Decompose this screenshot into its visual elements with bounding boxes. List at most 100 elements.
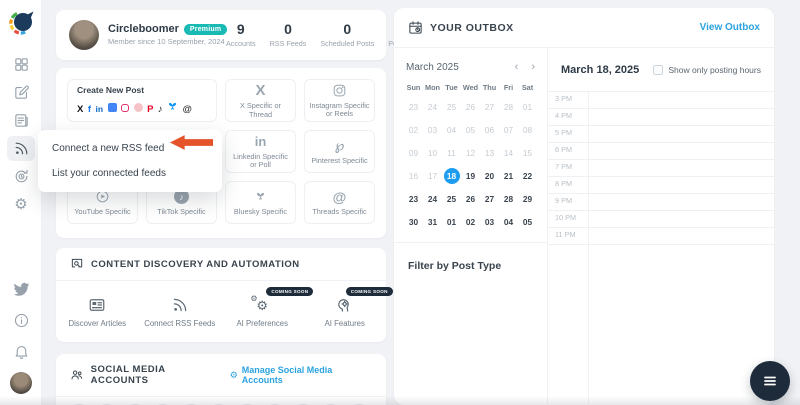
calendar-prev-icon[interactable]: ‹ xyxy=(515,61,519,73)
time-slot-row[interactable]: 4 PM xyxy=(548,109,774,126)
calendar-day[interactable]: 14 xyxy=(499,141,518,164)
menu-item-list-feeds[interactable]: List your connected feeds xyxy=(38,161,222,186)
quick-instagram-icon[interactable] xyxy=(121,99,130,117)
calendar-day[interactable]: 04 xyxy=(442,118,461,141)
button-instagram-specific-or-reels[interactable]: Instagram Specific or Reels xyxy=(304,79,375,122)
calendar-day[interactable]: 01 xyxy=(442,210,461,233)
sidebar-item-articles[interactable] xyxy=(7,108,35,133)
calendar-day[interactable]: 10 xyxy=(423,141,442,164)
calendar-day[interactable]: 19 xyxy=(461,164,480,187)
calendar-day[interactable]: 02 xyxy=(461,210,480,233)
ai-features-icon: COMING SOON xyxy=(336,287,393,315)
time-slot-row[interactable]: 11 PM xyxy=(548,228,774,245)
sidebar-item-profile[interactable] xyxy=(7,370,35,395)
calendar-day[interactable]: 18 xyxy=(442,164,461,187)
time-slot-row[interactable]: 7 PM xyxy=(548,160,774,177)
sidebar-item-twitter[interactable] xyxy=(7,277,35,302)
calendar-day[interactable]: 06 xyxy=(480,118,499,141)
view-outbox-link[interactable]: View Outbox xyxy=(700,22,760,33)
quick-google-business-icon[interactable] xyxy=(107,99,117,117)
calendar-day[interactable]: 12 xyxy=(461,141,480,164)
calendar-day[interactable]: 26 xyxy=(461,95,480,118)
calendar-day[interactable]: 23 xyxy=(404,95,423,118)
calendar-day[interactable]: 26 xyxy=(461,187,480,210)
calendar-day[interactable]: 03 xyxy=(423,118,442,141)
discovery-item-discover-articles[interactable]: Discover Articles xyxy=(56,295,139,328)
coming-soon-badge: COMING SOON xyxy=(345,287,393,296)
sidebar-item-notifications[interactable] xyxy=(7,339,35,364)
sidebar-item-automation[interactable] xyxy=(7,164,35,189)
circleboom-logo[interactable] xyxy=(8,10,34,36)
manage-social-accounts-link[interactable]: ⚙ Manage Social Media Accounts xyxy=(230,365,372,385)
button-threads-specific[interactable]: @ Threads Specific xyxy=(304,181,375,224)
quick-tiktok-icon[interactable]: ♪ xyxy=(158,99,163,117)
calendar-day[interactable]: 27 xyxy=(480,95,499,118)
calendar-day[interactable]: 05 xyxy=(518,210,537,233)
calendar-day[interactable]: 04 xyxy=(499,210,518,233)
time-slot-row[interactable]: 3 PM xyxy=(548,92,774,109)
calendar-day[interactable]: 23 xyxy=(404,187,423,210)
calendar-day[interactable]: 05 xyxy=(461,118,480,141)
sidebar-item-info[interactable] xyxy=(7,308,35,333)
quick-menu-fab[interactable] xyxy=(750,361,790,401)
calendar-day[interactable]: 31 xyxy=(423,210,442,233)
quick-threads-icon[interactable]: @ xyxy=(183,99,192,117)
button-linkedin-specific-or-poll[interactable]: in Linkedin Specific or Poll xyxy=(225,130,296,173)
show-posting-hours-toggle[interactable]: Show only posting hours xyxy=(653,64,761,75)
calendar-day[interactable]: 15 xyxy=(518,141,537,164)
sidebar-item-rss-feeds[interactable] xyxy=(7,136,35,161)
profile-card: Circleboomer Premium Member since 10 Sep… xyxy=(56,10,423,60)
discovery-item-ai-preferences[interactable]: ⚙ ⚙ COMING SOON AI Preferences xyxy=(221,287,314,328)
time-slot-row[interactable]: 9 PM xyxy=(548,194,774,211)
calendar-day[interactable]: 20 xyxy=(480,164,499,187)
calendar-day[interactable]: 03 xyxy=(480,210,499,233)
button-x-specific-or-thread[interactable]: XX Specific or Thread xyxy=(225,79,296,122)
calendar-day[interactable]: 22 xyxy=(518,164,537,187)
calendar-day[interactable]: 08 xyxy=(518,118,537,141)
quick-pinterest-icon[interactable]: P xyxy=(147,99,153,117)
create-new-post-tile[interactable]: Create New Post Xf in P ♪ @ xyxy=(67,79,217,122)
time-slot-row[interactable]: 6 PM xyxy=(548,143,774,160)
quick-bluesky-icon[interactable] xyxy=(167,99,178,117)
calendar-day[interactable]: 01 xyxy=(518,95,537,118)
sidebar-item-settings[interactable]: ⚙ xyxy=(7,192,35,217)
button-pinterest-specific[interactable]: ℘ Pinterest Specific xyxy=(304,130,375,173)
calendar-day[interactable]: 07 xyxy=(499,118,518,141)
calendar-day[interactable]: 24 xyxy=(423,95,442,118)
calendar-day[interactable]: 24 xyxy=(423,187,442,210)
calendar-day[interactable]: 30 xyxy=(404,210,423,233)
calendar-day[interactable]: 25 xyxy=(442,187,461,210)
stat-rss-feeds: 0 RSS Feeds xyxy=(270,21,307,47)
time-slot-row[interactable]: 5 PM xyxy=(548,126,774,143)
calendar-day[interactable]: 28 xyxy=(499,187,518,210)
button-bluesky-specific[interactable]: Bluesky Specific xyxy=(225,181,296,224)
calendar-day[interactable]: 25 xyxy=(442,95,461,118)
time-slot-row[interactable]: 10 PM xyxy=(548,211,774,228)
time-label: 4 PM xyxy=(555,111,573,120)
calendar-day[interactable]: 29 xyxy=(518,187,537,210)
time-slot-row[interactable]: 8 PM xyxy=(548,177,774,194)
quick-linkedin-icon[interactable]: in xyxy=(96,99,104,117)
calendar-day[interactable]: 09 xyxy=(404,141,423,164)
time-label: 8 PM xyxy=(555,179,573,188)
discovery-item-connect-rss-feeds[interactable]: Connect RSS Feeds xyxy=(139,295,222,328)
outbox-panel: YOUR OUTBOX View Outbox March 2025 ‹ › S… xyxy=(394,8,774,405)
quick-facebook-icon[interactable]: f xyxy=(88,99,91,117)
calendar-day[interactable]: 16 xyxy=(404,164,423,187)
sidebar-item-dashboard[interactable] xyxy=(7,52,35,77)
calendar-day[interactable]: 13 xyxy=(480,141,499,164)
calendar-day[interactable]: 02 xyxy=(404,118,423,141)
posting-hours-checkbox[interactable] xyxy=(653,64,664,75)
quick-youtube-icon[interactable] xyxy=(133,99,143,117)
calendar-day[interactable]: 27 xyxy=(480,187,499,210)
calendar-next-icon[interactable]: › xyxy=(531,61,535,73)
discovery-item-ai-features[interactable]: COMING SOON AI Features xyxy=(304,287,393,328)
content-discovery-card: CONTENT DISCOVERY AND AUTOMATION Discove… xyxy=(56,248,393,342)
calendar-day[interactable]: 17 xyxy=(423,164,442,187)
calendar-day[interactable]: 11 xyxy=(442,141,461,164)
time-label: 3 PM xyxy=(555,94,573,103)
calendar-day[interactable]: 28 xyxy=(499,95,518,118)
quick-x-icon[interactable]: X xyxy=(77,99,83,117)
sidebar-item-create-post[interactable] xyxy=(7,80,35,105)
calendar-day[interactable]: 21 xyxy=(499,164,518,187)
